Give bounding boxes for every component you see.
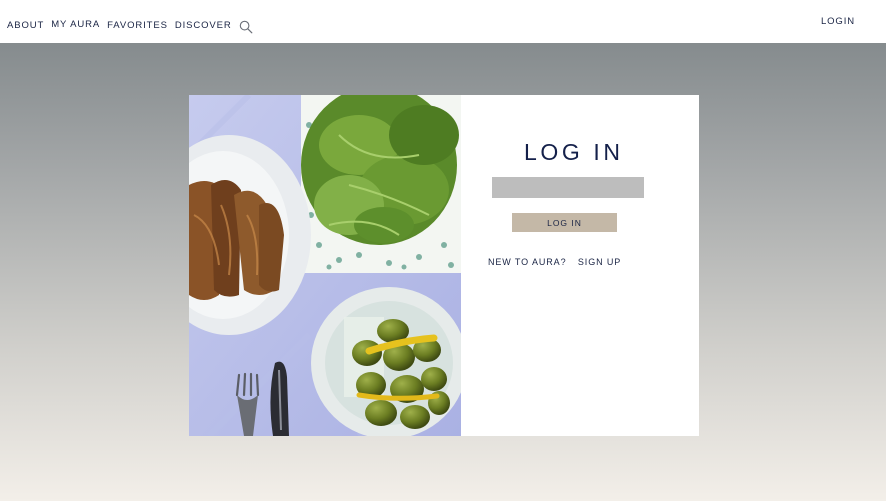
nav-about[interactable]: ABOUT [7, 20, 44, 32]
signup-row: NEW TO AURA? SIGN UP [488, 257, 621, 267]
food-photo-illustration [189, 95, 461, 436]
login-link[interactable]: LOGIN [821, 16, 855, 27]
new-to-aura-text: NEW TO AURA? [488, 257, 567, 267]
main-nav: ABOUT MY AURA FAVORITES DISCOVER [7, 19, 253, 34]
login-modal: LOG IN LOG IN NEW TO AURA? SIGN UP [189, 95, 699, 436]
login-input[interactable] [492, 177, 644, 198]
login-title: LOG IN [524, 139, 624, 165]
top-navigation-bar: ABOUT MY AURA FAVORITES DISCOVER LOGIN [0, 0, 886, 43]
login-button[interactable]: LOG IN [512, 213, 617, 232]
login-panel: LOG IN LOG IN NEW TO AURA? SIGN UP [461, 95, 699, 436]
nav-discover[interactable]: DISCOVER [175, 20, 232, 32]
search-icon[interactable] [239, 20, 253, 34]
login-title-wrap: LOG IN [524, 139, 624, 166]
food-photo [189, 95, 461, 436]
nav-my-aura[interactable]: MY AURA [51, 19, 100, 31]
nav-favorites[interactable]: FAVORITES [107, 20, 168, 32]
signup-link[interactable]: SIGN UP [578, 257, 621, 267]
